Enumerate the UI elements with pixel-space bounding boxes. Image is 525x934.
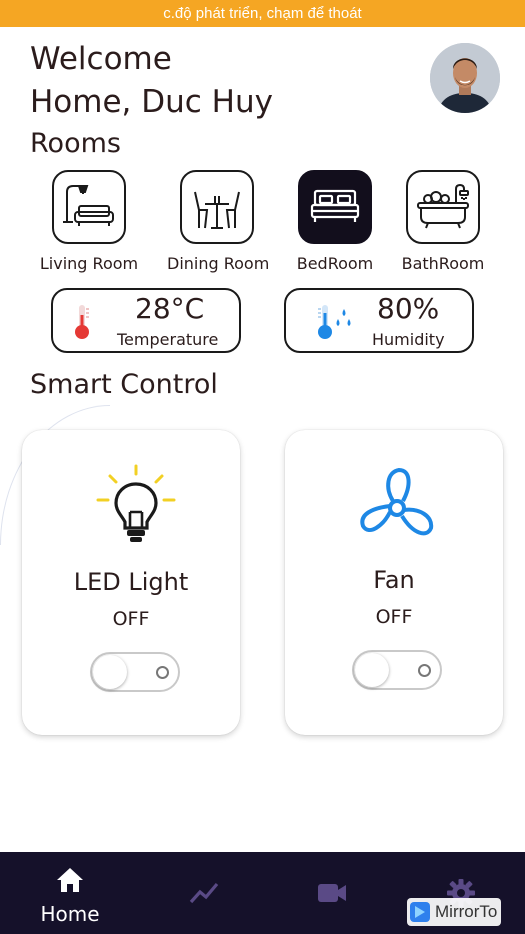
room-bathroom[interactable]: BathRoom bbox=[393, 170, 493, 273]
welcome-line-1: Welcome bbox=[30, 41, 172, 77]
humidity-card: 80% Humidity bbox=[284, 288, 474, 353]
humidity-value: 80% bbox=[377, 292, 440, 325]
developer-mode-banner[interactable]: c.độ phát triển, chạm để thoát bbox=[0, 0, 525, 27]
bathtub-icon bbox=[417, 183, 469, 229]
home-icon bbox=[57, 868, 83, 892]
room-label: Dining Room bbox=[167, 254, 270, 273]
chart-line-icon bbox=[189, 882, 219, 904]
toggle-knob bbox=[355, 653, 389, 687]
toggle-off-indicator bbox=[156, 666, 169, 679]
light-bulb-icon bbox=[96, 464, 176, 542]
humidity-label: Humidity bbox=[372, 330, 445, 349]
nav-item-home[interactable]: Home bbox=[20, 852, 120, 934]
device-state: OFF bbox=[375, 606, 413, 628]
temperature-label: Temperature bbox=[117, 330, 219, 349]
nav-label-home: Home bbox=[40, 902, 100, 926]
temperature-card: 28°C Temperature bbox=[51, 288, 241, 353]
bed-icon bbox=[310, 189, 360, 222]
device-name: Fan bbox=[373, 566, 415, 594]
mirrorto-watermark: MirrorTo bbox=[407, 898, 502, 926]
room-label: BedRoom bbox=[296, 254, 374, 273]
video-camera-icon bbox=[318, 884, 346, 902]
avatar[interactable] bbox=[430, 43, 500, 113]
device-name: LED Light bbox=[73, 568, 189, 596]
temperature-value: 28°C bbox=[135, 292, 205, 325]
smart-control-title: Smart Control bbox=[30, 369, 218, 400]
avatar-portrait-icon bbox=[430, 43, 500, 113]
toggle-knob bbox=[93, 655, 127, 689]
sofa-lamp-icon bbox=[63, 185, 114, 226]
mirrorto-logo-icon bbox=[410, 902, 430, 922]
device-card-led-light[interactable]: LED Light OFF bbox=[22, 430, 240, 735]
room-label: Living Room bbox=[39, 254, 139, 273]
fan-icon bbox=[360, 468, 434, 536]
room-label: BathRoom bbox=[401, 254, 485, 273]
dining-table-icon bbox=[194, 191, 240, 229]
welcome-line-2: Home, Duc Huy bbox=[30, 84, 273, 120]
thermometer-humidity-icon bbox=[318, 305, 351, 339]
rooms-title: Rooms bbox=[30, 128, 121, 159]
led-light-toggle[interactable] bbox=[90, 652, 180, 692]
room-dining-room[interactable]: Dining Room bbox=[167, 170, 270, 273]
welcome-heading: Welcome Home, Duc Huy bbox=[30, 38, 273, 124]
nav-item-statistics[interactable] bbox=[154, 852, 254, 934]
thermometer-hot-icon bbox=[75, 305, 89, 339]
toggle-off-indicator bbox=[418, 664, 431, 677]
device-state: OFF bbox=[112, 608, 150, 630]
fan-toggle[interactable] bbox=[352, 650, 442, 690]
nav-item-camera[interactable] bbox=[282, 852, 382, 934]
room-living-room[interactable]: Living Room bbox=[39, 170, 139, 273]
mirrorto-label: MirrorTo bbox=[435, 902, 498, 921]
room-bedroom[interactable]: BedRoom bbox=[285, 170, 385, 273]
device-card-fan[interactable]: Fan OFF bbox=[285, 430, 503, 735]
